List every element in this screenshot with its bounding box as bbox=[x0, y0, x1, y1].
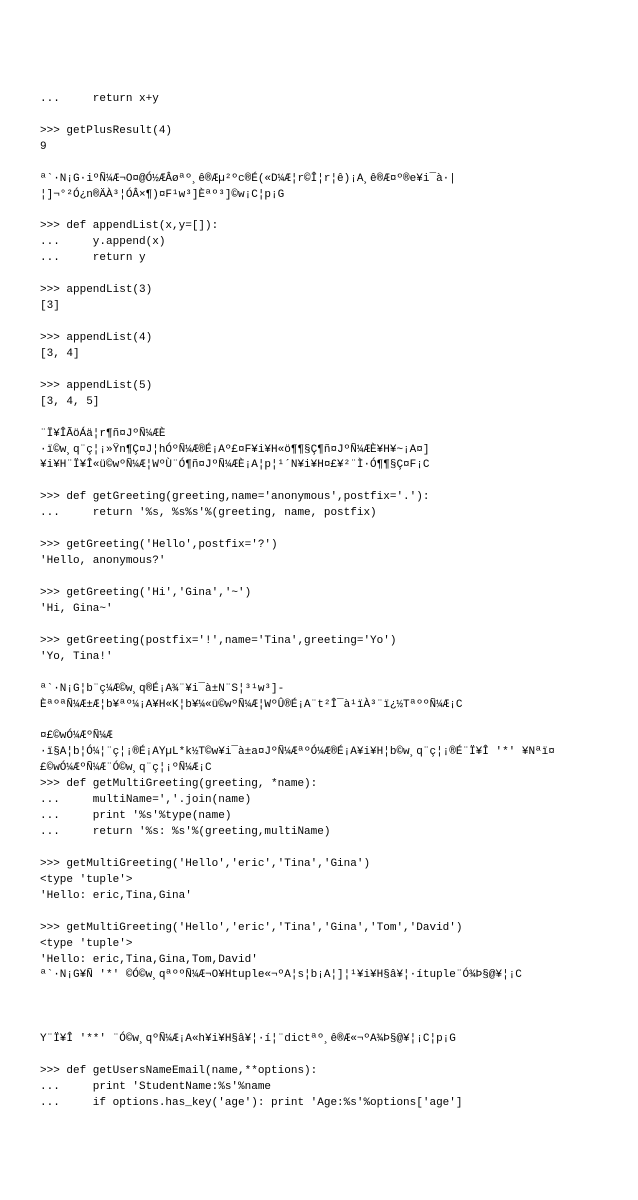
code-document: ... return x+y >>> getPlusResult(4) 9 ª`… bbox=[40, 92, 598, 1112]
